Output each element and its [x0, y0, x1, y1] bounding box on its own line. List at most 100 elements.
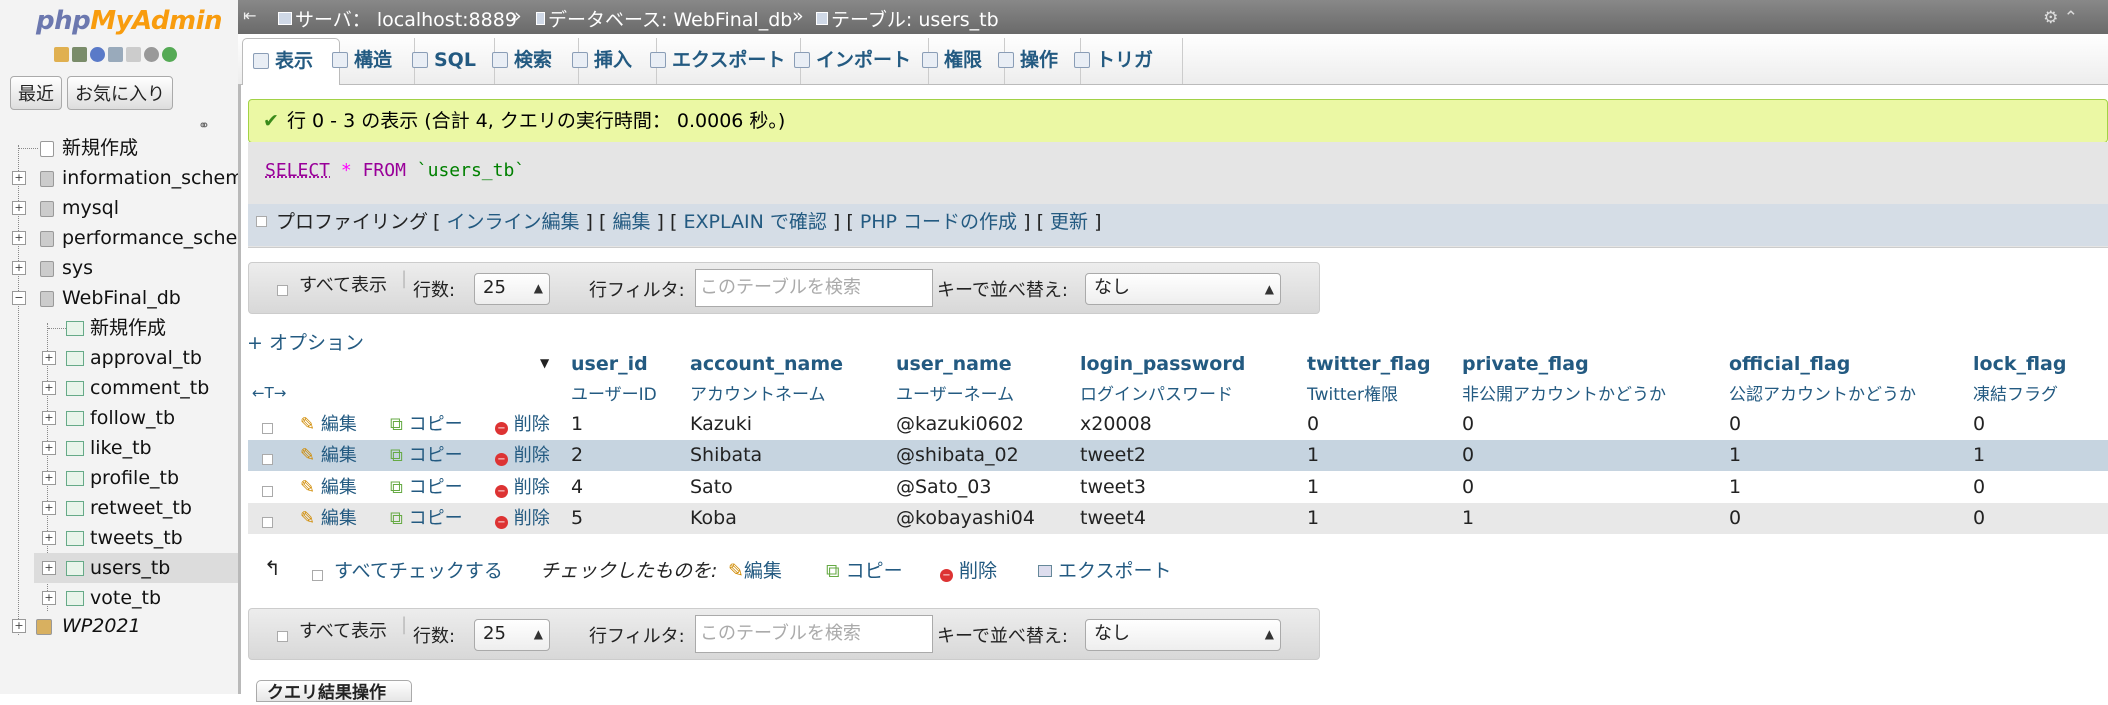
column-header-account-name[interactable]: account_name — [690, 353, 843, 375]
delete-row-button[interactable]: − 削除 — [495, 440, 550, 471]
recent-button[interactable]: 最近 — [10, 76, 62, 110]
cell-user-id[interactable]: 1 — [571, 409, 583, 440]
reload-icon[interactable] — [162, 47, 177, 62]
sort-select[interactable]: なし ▲ — [1085, 273, 1281, 305]
cell-private-flag[interactable]: 0 — [1462, 472, 1474, 503]
edit-row-button[interactable]: ✎ 編集 — [300, 440, 357, 471]
cell-lock-flag[interactable]: 0 — [1973, 472, 1985, 503]
breadcrumb-server[interactable]: サーバ： localhost:8889 — [278, 5, 517, 32]
row-checkbox[interactable] — [262, 486, 273, 497]
column-header-official-flag[interactable]: official_flag — [1729, 353, 1850, 375]
query-results-operations[interactable]: クエリ結果操作 — [256, 680, 412, 703]
table-search-input[interactable]: このテーブルを検索 — [695, 269, 933, 307]
copy-row-button[interactable]: ⧉ コピー — [390, 409, 463, 440]
show-all-checkbox[interactable] — [277, 285, 288, 296]
tree-item-retweet-tb[interactable]: + retweet_tb — [42, 493, 238, 523]
tree-item-users-tb[interactable]: + users_tb — [34, 553, 238, 583]
expand-icon[interactable]: + — [42, 591, 56, 605]
tree-item-webfinal-db[interactable]: − WebFinal_db — [12, 283, 238, 313]
cell-user-name[interactable]: @shibata_02 — [896, 440, 1019, 471]
column-header-twitter-flag[interactable]: twitter_flag — [1307, 353, 1431, 375]
tree-item-comment-tb[interactable]: + comment_tb — [42, 373, 238, 403]
help-icon[interactable] — [90, 47, 105, 62]
tree-item-new[interactable]: 新規作成 — [14, 133, 238, 163]
cell-official-flag[interactable]: 0 — [1729, 503, 1741, 534]
delete-row-button[interactable]: − 削除 — [495, 503, 550, 534]
refresh-link[interactable]: 更新 — [1050, 211, 1088, 233]
cell-login-password[interactable]: x20008 — [1080, 409, 1152, 440]
php-code-link[interactable]: PHP コードの作成 — [860, 211, 1017, 233]
cell-lock-flag[interactable]: 0 — [1973, 503, 1985, 534]
phpmyadmin-logo[interactable]: phpMyAdmin — [36, 6, 223, 36]
copy-row-button[interactable]: ⧉ コピー — [390, 472, 463, 503]
column-header-user-name[interactable]: user_name — [896, 353, 1012, 375]
settings-icon[interactable]: ⚙ ⌃ — [2043, 8, 2078, 28]
check-all-checkbox[interactable] — [312, 570, 323, 581]
cell-lock-flag[interactable]: 0 — [1973, 409, 1985, 440]
cell-lock-flag[interactable]: 1 — [1973, 440, 1985, 471]
expand-icon[interactable]: + — [12, 619, 26, 633]
column-header-user-id[interactable]: user_id — [571, 353, 648, 375]
tab-triggers[interactable]: トリガ — [1064, 38, 1183, 84]
cell-official-flag[interactable]: 1 — [1729, 472, 1741, 503]
table-row[interactable]: ✎ 編集 ⧉ コピー − 削除 2 Shibata @shibata_02 tw… — [248, 440, 2108, 471]
row-checkbox[interactable] — [262, 423, 273, 434]
tree-item-vote-tb[interactable]: + vote_tb — [42, 583, 238, 613]
settings-icon[interactable] — [144, 47, 159, 62]
expand-icon[interactable]: + — [42, 441, 56, 455]
copy-row-button[interactable]: ⧉ コピー — [390, 503, 463, 534]
sql-query[interactable]: SELECT * FROM `users_tb` — [265, 160, 525, 181]
tree-item-tweets-tb[interactable]: + tweets_tb — [42, 523, 238, 553]
edit-row-button[interactable]: ✎ 編集 — [300, 503, 357, 534]
edit-row-button[interactable]: ✎ 編集 — [300, 472, 357, 503]
cell-user-id[interactable]: 5 — [571, 503, 583, 534]
delete-row-button[interactable]: − 削除 — [495, 409, 550, 440]
table-row[interactable]: ✎ 編集 ⧉ コピー − 削除 5 Koba @kobayashi04 twee… — [248, 503, 2108, 534]
copy-row-button[interactable]: ⧉ コピー — [390, 440, 463, 471]
cell-user-name[interactable]: @Sato_03 — [896, 472, 991, 503]
expand-icon[interactable]: + — [42, 351, 56, 365]
cell-user-name[interactable]: @kobayashi04 — [896, 503, 1035, 534]
explain-link[interactable]: EXPLAIN で確認 — [683, 211, 826, 233]
cell-private-flag[interactable]: 0 — [1462, 440, 1474, 471]
bulk-delete-button[interactable]: − 削除 — [940, 556, 997, 583]
expand-icon[interactable]: + — [42, 411, 56, 425]
bulk-copy-button[interactable]: ⧉ コピー — [826, 556, 903, 583]
row-checkbox[interactable] — [262, 517, 273, 528]
column-arrows[interactable]: ←T→ — [252, 384, 286, 402]
tree-item-sys[interactable]: + sys — [12, 253, 238, 283]
expand-icon[interactable]: + — [12, 261, 26, 275]
check-all-link[interactable]: すべてチェックする — [334, 556, 503, 583]
cell-official-flag[interactable]: 1 — [1729, 440, 1741, 471]
tab-export[interactable]: エクスポート — [640, 38, 801, 84]
tree-item-new-table[interactable]: 新規作成 — [44, 313, 238, 343]
rows-select[interactable]: 25 ▲ — [474, 273, 550, 305]
expand-icon[interactable]: + — [12, 201, 26, 215]
tree-item-approval-tb[interactable]: + approval_tb — [42, 343, 238, 373]
tree-item-like-tb[interactable]: + like_tb — [42, 433, 238, 463]
collapse-icon[interactable]: − — [12, 291, 26, 305]
cell-twitter-flag[interactable]: 0 — [1307, 409, 1319, 440]
table-search-input[interactable]: このテーブルを検索 — [695, 615, 933, 653]
cell-twitter-flag[interactable]: 1 — [1307, 503, 1319, 534]
link-icon[interactable]: ⚭ — [198, 118, 210, 134]
cell-private-flag[interactable]: 0 — [1462, 409, 1474, 440]
expand-icon[interactable]: + — [42, 561, 56, 575]
docs-icon[interactable] — [108, 47, 123, 62]
cell-twitter-flag[interactable]: 1 — [1307, 472, 1319, 503]
row-checkbox[interactable] — [262, 454, 273, 465]
column-header-login-password[interactable]: login_password — [1080, 353, 1245, 375]
tree-item-follow-tb[interactable]: + follow_tb — [42, 403, 238, 433]
delete-row-button[interactable]: − 削除 — [495, 472, 550, 503]
tree-item-mysql[interactable]: + mysql — [12, 193, 238, 223]
cell-account-name[interactable]: Shibata — [690, 440, 762, 471]
edit-link[interactable]: 編集 — [612, 211, 650, 233]
cell-login-password[interactable]: tweet4 — [1080, 503, 1146, 534]
cell-account-name[interactable]: Kazuki — [690, 409, 752, 440]
column-header-lock-flag[interactable]: lock_flag — [1973, 353, 2066, 375]
home-icon[interactable] — [54, 47, 69, 62]
tree-item-profile-tb[interactable]: + profile_tb — [42, 463, 238, 493]
inline-edit-link[interactable]: インライン編集 — [446, 211, 579, 233]
breadcrumb-table[interactable]: テーブル: users_tb — [816, 5, 999, 32]
tree-item-wp2021[interactable]: + WP2021 — [12, 611, 238, 641]
